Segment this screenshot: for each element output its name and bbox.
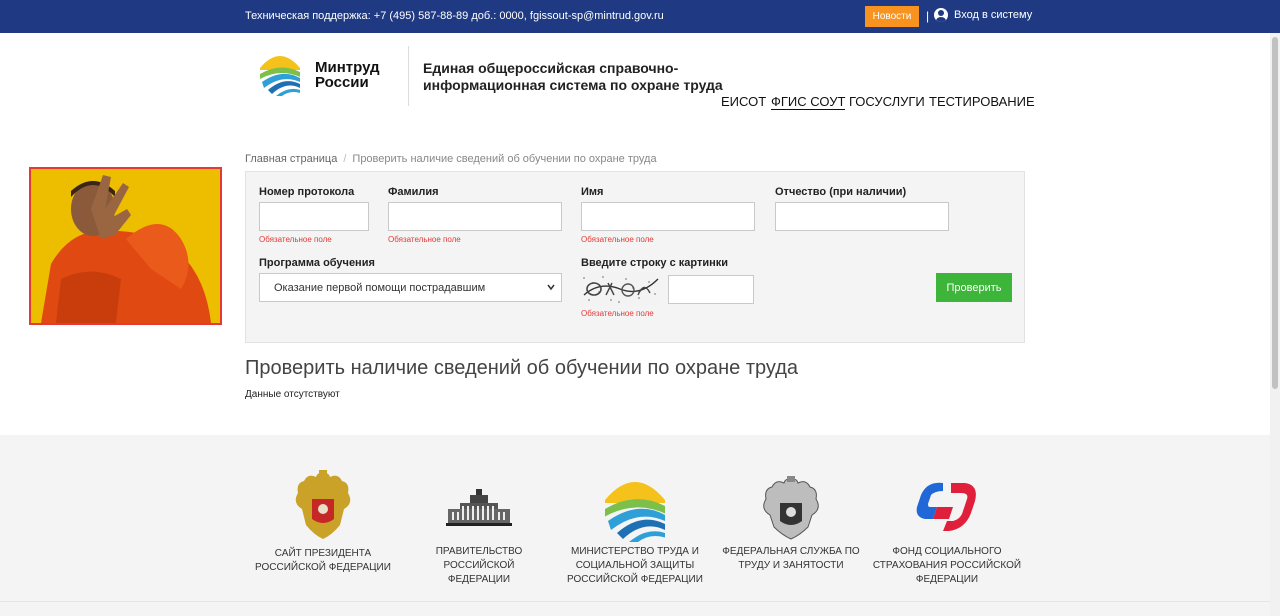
logo-line-2: России bbox=[315, 74, 369, 91]
system-title-line-2: информационная система по охране труда bbox=[423, 77, 723, 93]
patronymic-input[interactable] bbox=[775, 202, 949, 231]
header-divider bbox=[408, 46, 409, 106]
footer-caption: ФОНД СОЦИАЛЬНОГО СТРАХОВАНИЯ РОССИЙСКОЙ … bbox=[868, 545, 1026, 587]
footer-link-president[interactable]: САЙТ ПРЕЗИДЕНТА РОССИЙСКОЙ ФЕДЕРАЦИИ bbox=[248, 469, 398, 575]
logo-line-1: Минтруд bbox=[315, 59, 380, 76]
chevron-down-icon bbox=[547, 284, 555, 291]
fss-logo-icon bbox=[916, 482, 976, 531]
footer-link-rostrud[interactable]: ФЕДЕРАЛЬНАЯ СЛУЖБА ПО ТРУДУ И ЗАНЯТОСТИ bbox=[718, 475, 864, 573]
scrollbar-thumb[interactable] bbox=[1272, 37, 1278, 389]
nav-fgis-sout[interactable]: ФГИС СОУТ bbox=[771, 94, 846, 110]
captcha-required: Обязательное поле bbox=[581, 309, 654, 318]
news-button[interactable]: Новости bbox=[865, 6, 919, 27]
footer-caption: ФЕДЕРАЛЬНАЯ СЛУЖБА ПО ТРУДУ И ЗАНЯТОСТИ bbox=[718, 545, 864, 573]
name-input[interactable] bbox=[581, 202, 755, 231]
person-illustration bbox=[31, 169, 220, 323]
nav-testing[interactable]: ТЕСТИРОВАНИЕ bbox=[929, 94, 1035, 109]
footer-caption-line: ФОНД СОЦИАЛЬНОГО bbox=[892, 546, 1002, 557]
footer-caption: ПРАВИТЕЛЬСТВО РОССИЙСКОЙ ФЕДЕРАЦИИ bbox=[400, 545, 558, 587]
mintrud-logo-icon bbox=[605, 482, 665, 542]
breadcrumb-current: Проверить наличие сведений об обучении п… bbox=[352, 153, 657, 165]
program-select[interactable]: Оказание первой помощи пострадавшим bbox=[259, 273, 562, 302]
protocol-input[interactable] bbox=[259, 202, 369, 231]
topbar-separator: | bbox=[926, 9, 930, 23]
surname-required: Обязательное поле bbox=[388, 235, 461, 244]
footer-caption-line: ФЕДЕРАЛЬНАЯ СЛУЖБА ПО bbox=[722, 546, 860, 557]
president-emblem-icon bbox=[295, 470, 351, 539]
login-link[interactable]: Вход в систему bbox=[934, 8, 1032, 22]
name-required: Обязательное поле bbox=[581, 235, 654, 244]
user-icon bbox=[934, 8, 948, 22]
captcha-input[interactable] bbox=[668, 275, 754, 304]
nav-gosuslugi[interactable]: ГОСУСЛУГИ bbox=[849, 94, 925, 109]
footer: САЙТ ПРЕЗИДЕНТА РОССИЙСКОЙ ФЕДЕРАЦИИ ПРА… bbox=[0, 435, 1270, 616]
system-title-line-1: Единая общероссийская справочно- bbox=[423, 60, 679, 76]
protocol-required: Обязательное поле bbox=[259, 235, 332, 244]
footer-caption-line: РОССИЙСКОЙ ФЕДЕРАЦИИ bbox=[567, 574, 703, 585]
result-text: Данные отсутствуют bbox=[245, 389, 340, 400]
top-bar: Техническая поддержка: +7 (495) 587-88-8… bbox=[0, 0, 1280, 33]
footer-divider bbox=[0, 601, 1270, 602]
breadcrumb: Главная страница / Проверить наличие сведе… bbox=[245, 153, 657, 165]
check-button[interactable]: Проверить bbox=[936, 273, 1012, 302]
captcha-image bbox=[580, 273, 661, 306]
footer-caption-line: СТРАХОВАНИЯ РОССИЙСКОЙ bbox=[872, 560, 1022, 571]
surname-input[interactable] bbox=[388, 202, 562, 231]
footer-caption-line: ФЕДЕРАЦИИ bbox=[915, 574, 979, 585]
breadcrumb-separator: / bbox=[343, 153, 347, 165]
logo-text: Минтруд России bbox=[315, 60, 380, 90]
breadcrumb-home[interactable]: Главная страница bbox=[245, 153, 337, 165]
program-label: Программа обучения bbox=[259, 257, 375, 269]
support-contacts: Техническая поддержка: +7 (495) 587-88-8… bbox=[245, 10, 664, 22]
result-title: Проверить наличие сведений об обучении п… bbox=[245, 357, 799, 379]
page-scrollbar[interactable] bbox=[1270, 33, 1280, 616]
patronymic-label: Отчество (при наличии) bbox=[775, 186, 907, 198]
footer-link-mintrud[interactable]: МИНИСТЕРСТВО ТРУДА И СОЦИАЛЬНОЙ ЗАЩИТЫ Р… bbox=[562, 467, 708, 587]
program-selected: Оказание первой помощи пострадавшим bbox=[274, 281, 486, 294]
promo-image bbox=[29, 167, 222, 325]
footer-caption-line: ТРУДУ И ЗАНЯТОСТИ bbox=[738, 560, 844, 571]
mintrud-logo-icon bbox=[260, 56, 300, 96]
footer-caption-line: ФЕДЕРАЦИИ bbox=[447, 574, 511, 585]
government-building-icon bbox=[446, 489, 512, 526]
footer-caption-line: РОССИЙСКОЙ ФЕДЕРАЦИИ bbox=[255, 562, 391, 573]
captcha-label: Введите строку с картинки bbox=[581, 257, 729, 269]
footer-caption: МИНИСТЕРСТВО ТРУДА И СОЦИАЛЬНОЙ ЗАЩИТЫ Р… bbox=[562, 545, 708, 587]
footer-caption-line: СОЦИАЛЬНОЙ ЗАЩИТЫ bbox=[575, 560, 695, 571]
rostrud-emblem-icon bbox=[763, 476, 819, 540]
captcha-noise-icon bbox=[580, 273, 661, 306]
name-label: Имя bbox=[581, 186, 604, 198]
footer-caption: САЙТ ПРЕЗИДЕНТА РОССИЙСКОЙ ФЕДЕРАЦИИ bbox=[248, 547, 398, 575]
footer-link-fss[interactable]: ФОНД СОЦИАЛЬНОГО СТРАХОВАНИЯ РОССИЙСКОЙ … bbox=[868, 477, 1026, 587]
protocol-label: Номер протокола bbox=[259, 186, 355, 198]
footer-caption-line: ПРАВИТЕЛЬСТВО РОССИЙСКОЙ bbox=[435, 546, 523, 571]
system-title: Единая общероссийская справочно- информа… bbox=[423, 60, 723, 94]
footer-caption-line: САЙТ ПРЕЗИДЕНТА bbox=[274, 548, 372, 559]
footer-caption-line: МИНИСТЕРСТВО ТРУДА И bbox=[571, 546, 699, 557]
footer-link-government[interactable]: ПРАВИТЕЛЬСТВО РОССИЙСКОЙ ФЕДЕРАЦИИ bbox=[400, 487, 558, 587]
nav-eisot[interactable]: ЕИСОТ bbox=[721, 94, 766, 109]
surname-label: Фамилия bbox=[388, 186, 439, 198]
search-form: Номер протокола Обязательное поле Фамили… bbox=[245, 171, 1025, 343]
login-label: Вход в систему bbox=[954, 9, 1033, 21]
